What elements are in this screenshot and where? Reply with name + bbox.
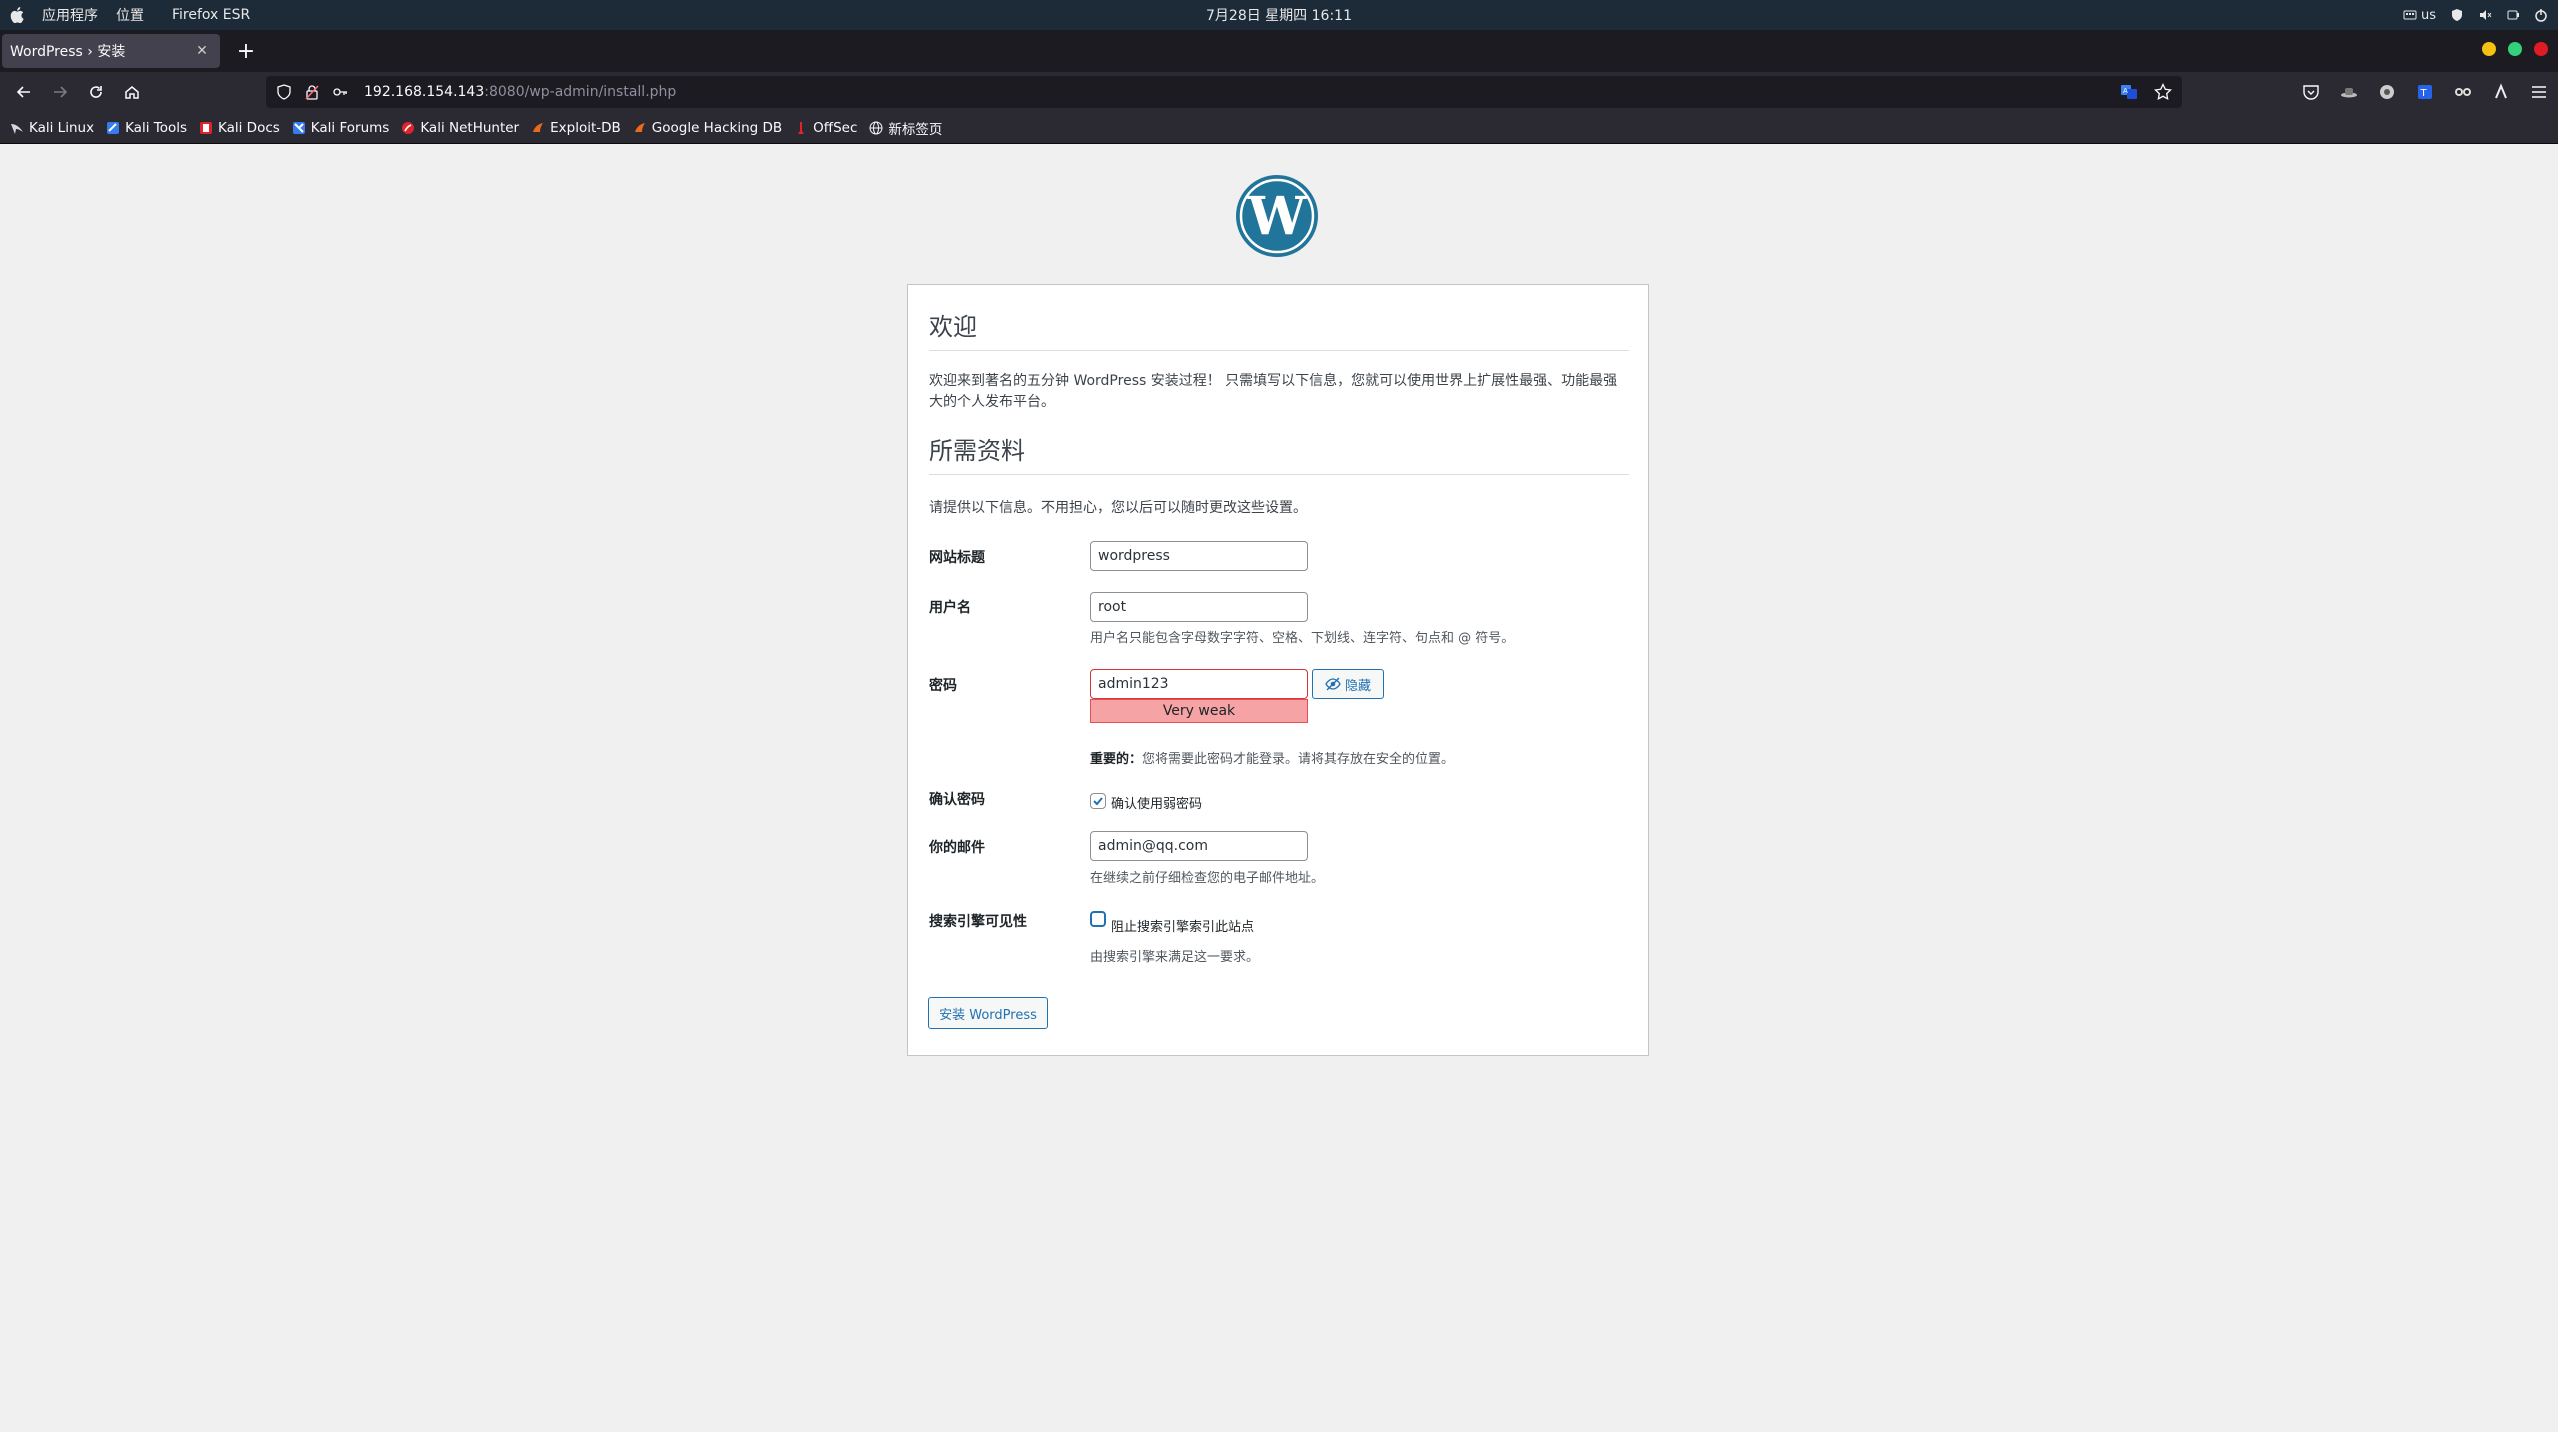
required-info-heading: 所需资料 (929, 431, 1629, 475)
bookmark-kali-forums[interactable]: Kali Forums (292, 120, 389, 136)
active-app-menu[interactable]: Firefox ESR (172, 7, 250, 23)
block-search-engines-checkbox[interactable] (1090, 911, 1106, 927)
apple-menu-icon[interactable] (10, 7, 24, 23)
kali-dragon-icon (11, 123, 23, 134)
search-visibility-hint: 由搜索引擎来满足这一要求。 (1090, 950, 1260, 965)
checkmark-icon (1093, 797, 1103, 806)
confirm-password-label: 确认密码 (929, 792, 985, 808)
navigation-toolbar: 192.168.154.143:8080/wp-admin/install.ph… (0, 72, 2558, 112)
kali-nethunter-icon (402, 121, 415, 134)
forward-button[interactable] (42, 76, 78, 108)
translate-icon[interactable]: A (2120, 83, 2138, 101)
tab-strip: WordPress › 安装 ✕ + (0, 30, 2558, 72)
exploit-db-icon (533, 122, 544, 132)
svg-text:A: A (2123, 87, 2128, 95)
glasses-extension-icon[interactable] (2454, 83, 2472, 101)
svg-text:W: W (1247, 186, 1308, 247)
eye-slash-icon (1325, 677, 1341, 691)
ghdb-icon (634, 122, 645, 132)
bookmarks-toolbar: Kali Linux Kali Tools Kali Docs Kali For… (0, 112, 2558, 144)
hamburger-menu-icon[interactable] (2530, 83, 2548, 101)
hat-extension-icon[interactable] (2340, 83, 2358, 101)
back-arrow-icon (16, 86, 30, 98)
install-wordpress-button[interactable]: 安装 WordPress (928, 997, 1048, 1029)
password-important-note: 重要的：您将需要此密码才能登录。请将其存放在安全的位置。 (1090, 752, 1455, 767)
back-button[interactable] (6, 76, 42, 108)
url-bar[interactable]: 192.168.154.143:8080/wp-admin/install.ph… (266, 76, 2182, 108)
hackbar-extension-icon[interactable] (2492, 83, 2510, 101)
username-input[interactable]: root (1090, 592, 1308, 622)
tab-close-icon[interactable]: ✕ (192, 43, 212, 59)
tab-title: WordPress › 安装 (10, 44, 126, 60)
translate-extension-icon[interactable]: T (2416, 83, 2434, 101)
reload-button[interactable] (78, 76, 114, 108)
bookmark-kali-docs[interactable]: Kali Docs (199, 120, 280, 136)
apps-menu[interactable]: 应用程序 (42, 5, 98, 25)
bookmark-exploit-db[interactable]: Exploit-DB (531, 120, 621, 136)
reload-icon (90, 86, 102, 98)
password-strength-meter: Very weak (1090, 699, 1308, 723)
email-label: 你的邮件 (929, 840, 985, 856)
welcome-intro-text: 欢迎来到著名的五分钟 WordPress 安装过程！ 只需填写以下信息，您就可以… (929, 373, 1618, 410)
bookmark-kali-tools[interactable]: Kali Tools (106, 120, 187, 136)
tab-wordpress-install[interactable]: WordPress › 安装 ✕ (2, 34, 220, 68)
search-visibility-label: 搜索引擎可见性 (929, 914, 1027, 930)
maximize-button[interactable] (2508, 42, 2522, 56)
welcome-heading: 欢迎 (929, 307, 1629, 351)
hide-password-button[interactable]: 隐藏 (1312, 669, 1384, 699)
bookmark-google-hacking-db[interactable]: Google Hacking DB (633, 120, 782, 136)
keyboard-icon (2403, 10, 2417, 20)
site-title-input[interactable]: wordpress (1090, 541, 1308, 571)
circle-extension-icon[interactable] (2378, 83, 2396, 101)
tracking-protection-shield-icon[interactable] (276, 84, 292, 100)
offsec-icon (798, 121, 805, 134)
places-menu[interactable]: 位置 (116, 5, 144, 25)
wordpress-logo-icon[interactable]: W (1235, 174, 1319, 258)
insecure-lock-icon[interactable] (304, 84, 320, 100)
close-window-button[interactable] (2534, 42, 2548, 56)
kali-forums-icon (292, 121, 305, 134)
bookmark-new-tab-page[interactable]: 新标签页 (869, 118, 942, 138)
password-input[interactable]: admin123 (1090, 669, 1308, 699)
page-viewport: W 欢迎 欢迎来到著名的五分钟 WordPress 安装过程！ 只需填写以下信息… (0, 144, 2558, 1432)
power-icon[interactable] (2534, 8, 2548, 22)
block-search-engines-label[interactable]: 阻止搜索引擎索引此站点 (1111, 916, 1254, 935)
install-form-card: 欢迎 欢迎来到著名的五分钟 WordPress 安装过程！ 只需填写以下信息，您… (907, 284, 1649, 1056)
kali-tools-icon (107, 121, 120, 134)
site-title-label: 网站标题 (929, 550, 985, 566)
svg-text:T: T (2420, 88, 2428, 99)
minimize-button[interactable] (2482, 42, 2496, 56)
shield-tray-icon[interactable] (2450, 8, 2464, 22)
email-input[interactable]: admin@qq.com (1090, 831, 1308, 861)
forward-arrow-icon (54, 86, 68, 98)
url-text[interactable]: 192.168.154.143:8080/wp-admin/install.ph… (364, 84, 676, 100)
volume-muted-icon[interactable] (2478, 8, 2492, 22)
key-permissions-icon[interactable] (332, 84, 348, 100)
clock[interactable]: 7月28日 星期四 16:11 (1206, 8, 1352, 24)
os-top-bar: 应用程序 位置 Firefox ESR 7月28日 星期四 16:11 us (0, 0, 2558, 30)
email-hint: 在继续之前仔细检查您的电子邮件地址。 (1090, 871, 1325, 886)
battery-icon[interactable] (2506, 8, 2520, 22)
required-info-prompt: 请提供以下信息。不用担心，您以后可以随时更改这些设置。 (929, 500, 1307, 516)
pocket-icon[interactable] (2302, 83, 2320, 101)
confirm-weak-password-label[interactable]: 确认使用弱密码 (1111, 793, 1202, 812)
bookmark-kali-linux[interactable]: Kali Linux (10, 120, 94, 136)
keyboard-layout-indicator[interactable]: us (2403, 8, 2436, 23)
confirm-weak-password-checkbox[interactable] (1090, 793, 1106, 809)
bookmark-star-icon[interactable] (2154, 83, 2172, 101)
bookmark-kali-nethunter[interactable]: Kali NetHunter (401, 120, 519, 136)
globe-icon (869, 121, 883, 134)
bookmark-offsec[interactable]: OffSec (794, 120, 857, 136)
kali-docs-icon (200, 121, 212, 134)
username-hint: 用户名只能包含字母数字字符、空格、下划线、连字符、句点和 @ 符号。 (1090, 631, 1515, 646)
new-tab-button[interactable]: + (228, 39, 264, 64)
password-label: 密码 (929, 678, 957, 694)
home-icon (125, 86, 139, 99)
home-button[interactable] (114, 76, 150, 108)
username-label: 用户名 (929, 600, 971, 616)
